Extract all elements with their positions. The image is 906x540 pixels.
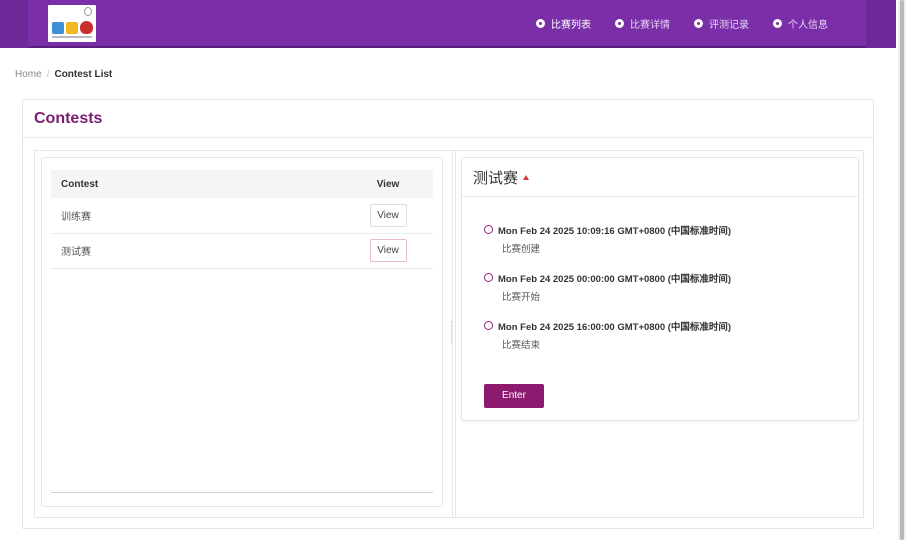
nav-label: 比赛列表	[551, 20, 591, 31]
nav-profile[interactable]: 个人信息	[773, 16, 828, 31]
breadcrumb-home[interactable]: Home	[15, 69, 42, 80]
card-header: Contests	[23, 100, 873, 138]
breadcrumb-separator: /	[46, 69, 50, 80]
nav-label: 评测记录	[709, 20, 749, 31]
table-row[interactable]: 训练赛 View	[51, 198, 433, 234]
enter-button[interactable]: Enter	[484, 384, 544, 408]
split-container: Contest View 训练赛 View 测试赛 View 测试赛 Mon F…	[34, 150, 864, 518]
contest-detail-panel: 测试赛 Mon Feb 24 2025 10:09:16 GMT+0800 (中…	[461, 157, 859, 421]
logo-blue-block	[52, 22, 64, 34]
column-header-contest: Contest	[61, 178, 99, 190]
main-nav: 比赛列表 比赛详情 评测记录 个人信息	[536, 16, 828, 31]
timeline-time: Mon Feb 24 2025 16:00:00 GMT+0800 (中国标准时…	[498, 322, 732, 333]
timeline-dot-icon	[484, 273, 493, 282]
timeline-dot-icon	[484, 225, 493, 234]
timeline-item: Mon Feb 24 2025 16:00:00 GMT+0800 (中国标准时…	[484, 319, 731, 367]
timeline-item: Mon Feb 24 2025 00:00:00 GMT+0800 (中国标准时…	[484, 271, 731, 319]
circle-dot-icon	[694, 19, 703, 28]
resize-handle[interactable]	[451, 321, 454, 343]
navbar-left-edge	[0, 0, 28, 48]
split-divider-right	[455, 151, 456, 517]
nav-label: 个人信息	[788, 20, 828, 31]
view-button[interactable]: View	[369, 203, 407, 227]
logo-yellow-block	[66, 22, 78, 34]
nav-label: 比赛详情	[630, 20, 670, 31]
timeline-label: 比赛开始	[502, 292, 541, 303]
page-title: Contests	[34, 110, 103, 127]
timeline-dot-icon	[484, 321, 493, 330]
top-navbar: 比赛列表 比赛详情 评测记录 个人信息	[0, 0, 896, 48]
detail-header: 测试赛	[462, 158, 858, 197]
contest-timeline: Mon Feb 24 2025 10:09:16 GMT+0800 (中国标准时…	[484, 223, 731, 367]
navbar-right-edge	[866, 0, 896, 48]
circle-dot-icon	[773, 19, 782, 28]
caret-up-icon[interactable]	[523, 174, 530, 180]
circle-dot-icon	[615, 19, 624, 28]
contest-name: 测试赛	[51, 233, 343, 269]
table-bottom-border	[51, 492, 433, 493]
timeline-item: Mon Feb 24 2025 10:09:16 GMT+0800 (中国标准时…	[484, 223, 731, 271]
circle-dot-icon	[536, 19, 545, 28]
view-button[interactable]: View	[369, 239, 407, 262]
logo-red-block	[80, 21, 93, 34]
breadcrumb: Home / Contest List	[15, 69, 112, 80]
column-header-view: View	[376, 178, 400, 190]
contests-card: Contests Contest View 训练赛 View 测试赛 View …	[22, 99, 874, 529]
logo-bulb-icon	[84, 7, 92, 16]
nav-submissions[interactable]: 评测记录	[694, 16, 749, 31]
table-row[interactable]: 测试赛 View	[51, 233, 433, 269]
contest-name: 训练赛	[51, 198, 343, 234]
timeline-time: Mon Feb 24 2025 10:09:16 GMT+0800 (中国标准时…	[498, 226, 732, 237]
contest-table: Contest View 训练赛 View 测试赛 View	[51, 170, 433, 269]
logo-base	[52, 36, 92, 38]
page-scrollbar-thumb[interactable]	[900, 0, 904, 540]
timeline-time: Mon Feb 24 2025 00:00:00 GMT+0800 (中国标准时…	[498, 274, 732, 285]
contest-list-pane: Contest View 训练赛 View 测试赛 View	[41, 157, 443, 507]
breadcrumb-current: Contest List	[54, 69, 113, 80]
nav-contest-list[interactable]: 比赛列表	[536, 16, 591, 31]
nav-contest-detail[interactable]: 比赛详情	[615, 16, 670, 31]
timeline-label: 比赛结束	[502, 340, 541, 351]
timeline-label: 比赛创建	[502, 244, 541, 255]
detail-title: 测试赛	[473, 169, 519, 187]
table-header-row: Contest View	[51, 170, 433, 198]
site-logo[interactable]	[48, 5, 96, 42]
